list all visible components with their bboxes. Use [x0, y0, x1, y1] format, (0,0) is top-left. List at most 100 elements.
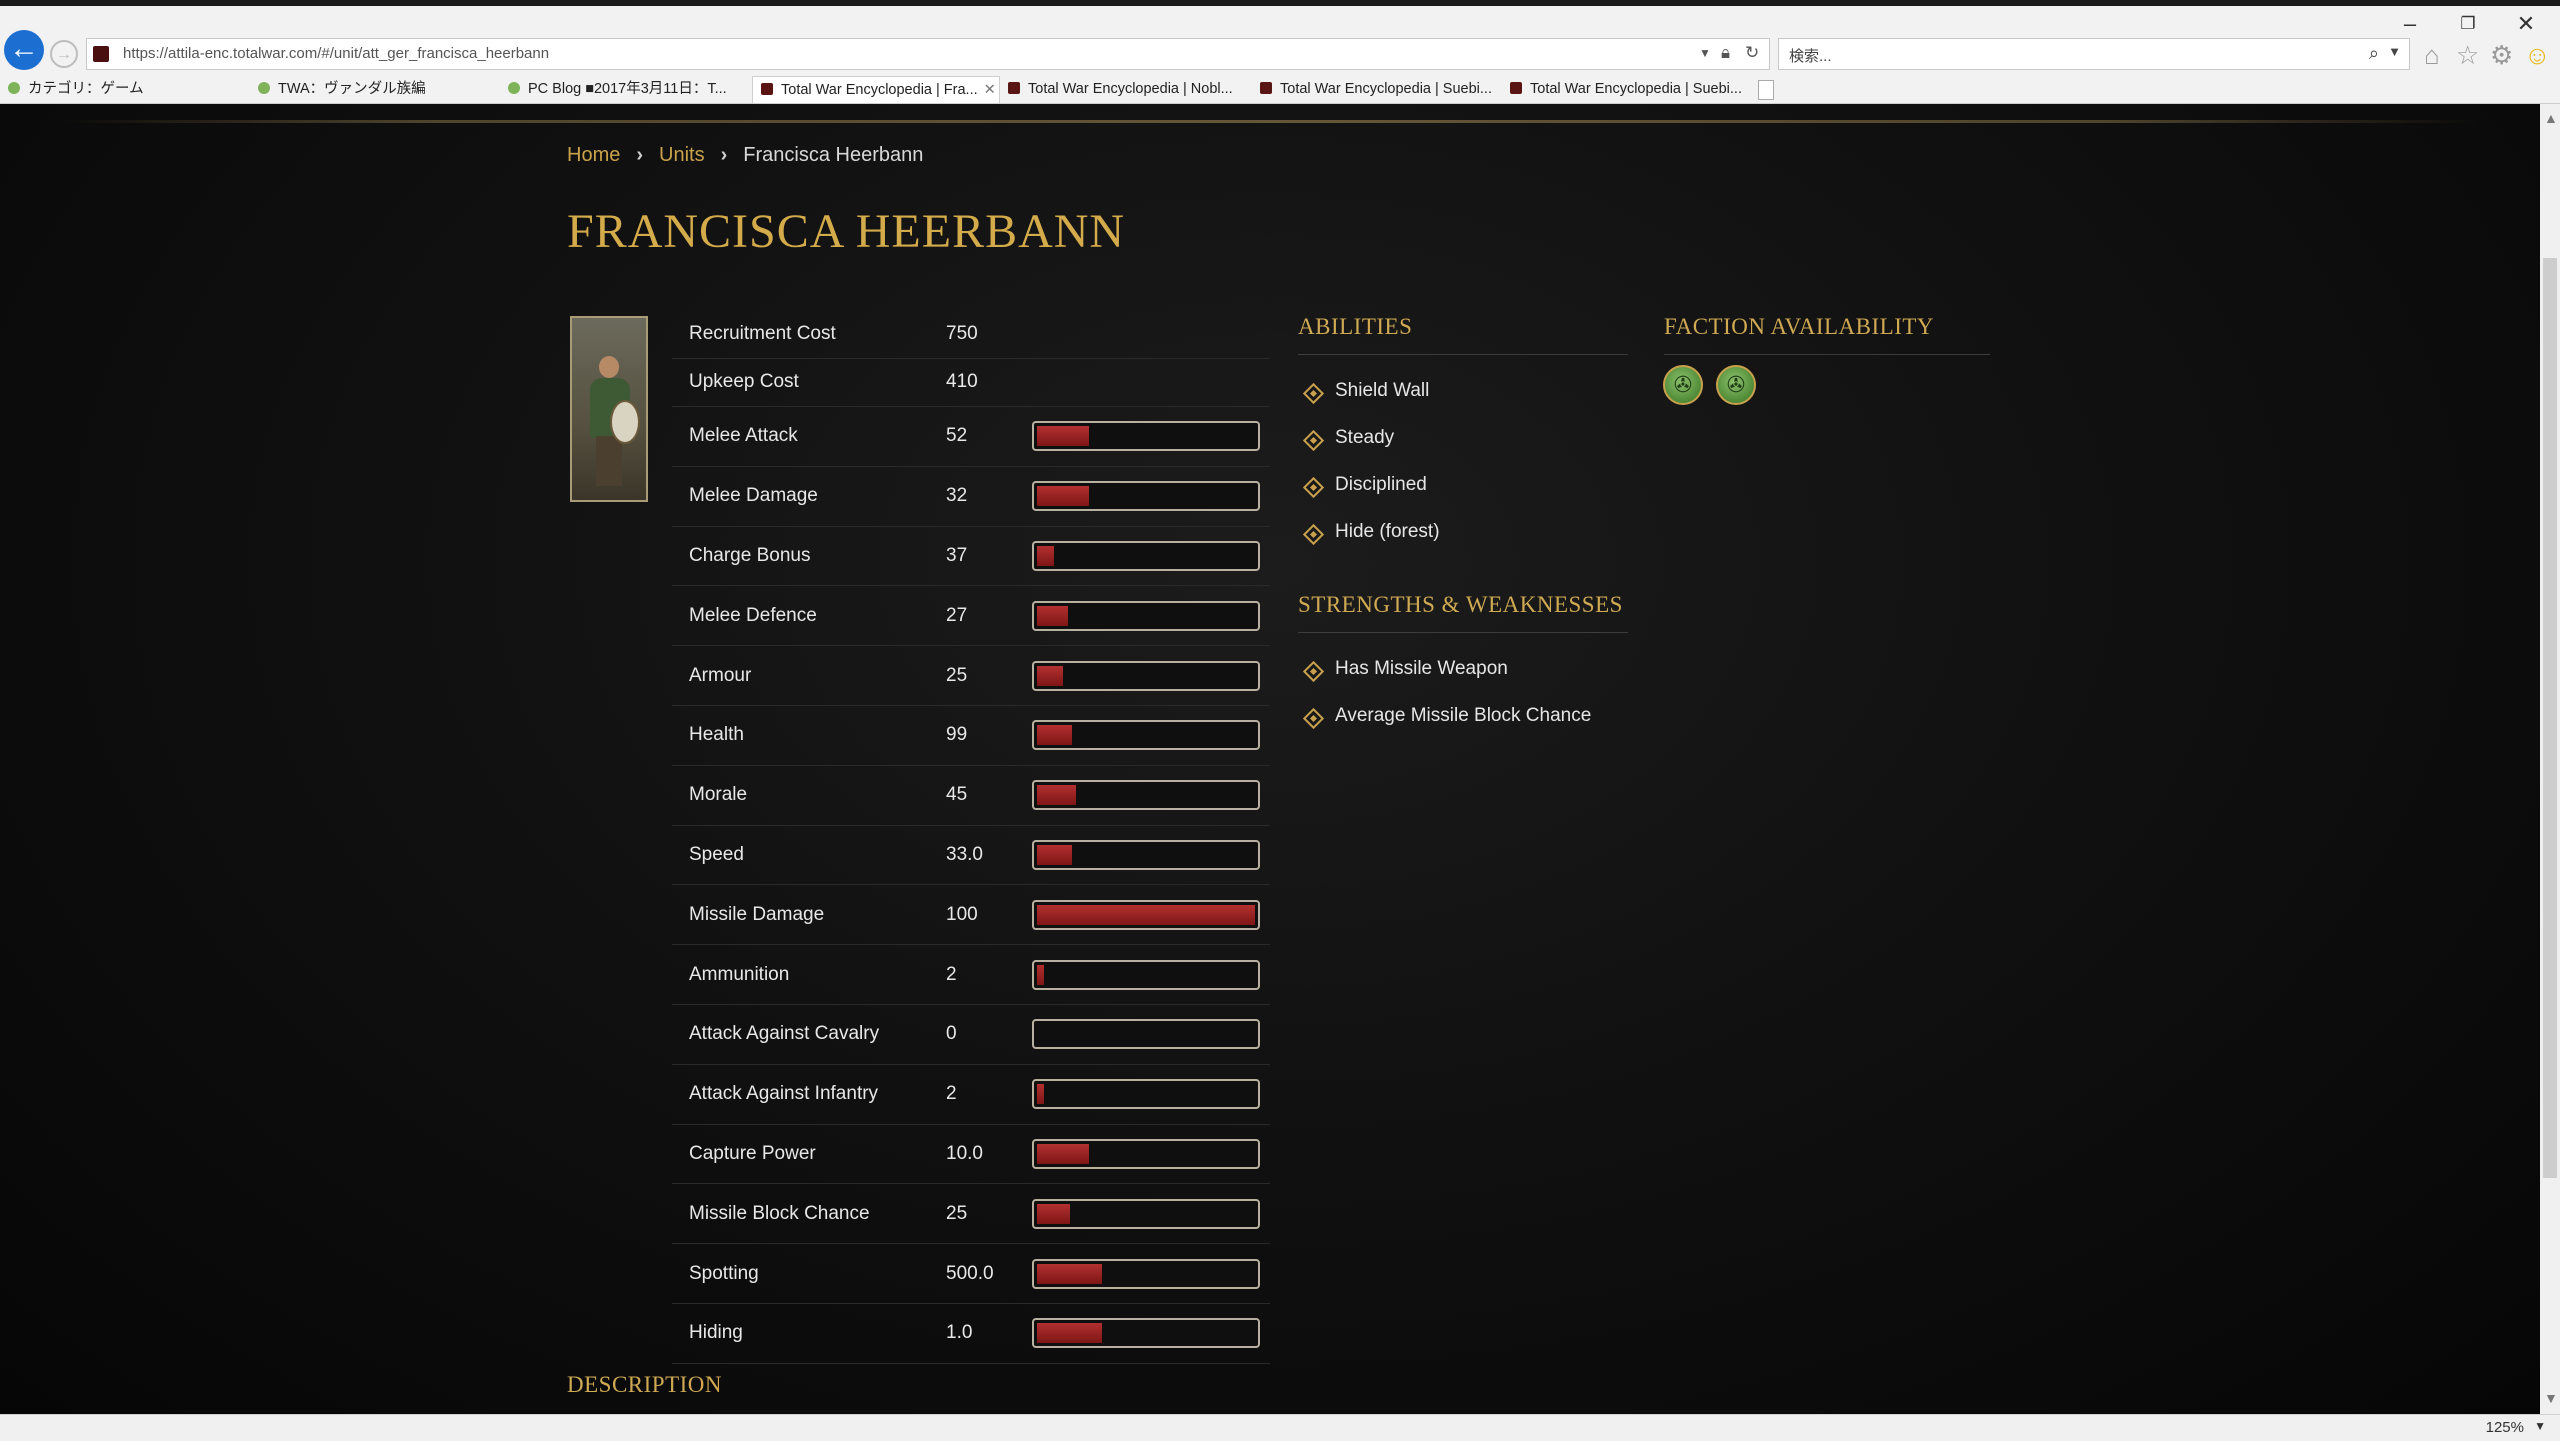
- chevron-right-icon: ›: [636, 144, 644, 166]
- address-dropdown-icon[interactable]: ▼: [1699, 46, 1711, 60]
- close-tab-icon[interactable]: ✕: [984, 82, 996, 98]
- abilities-divider: [1298, 354, 1628, 355]
- stat-label: Health: [689, 724, 744, 746]
- tab-encyclopedia-suebi-2[interactable]: Total War Encyclopedia | Suebi...: [1502, 76, 1752, 102]
- stat-bar: [1032, 1079, 1260, 1110]
- stat-row: Capture Power 10.0: [672, 1125, 1270, 1185]
- restore-icon[interactable]: ❐: [2448, 10, 2488, 38]
- diamond-bullet-icon: [1302, 707, 1325, 730]
- stat-value: 37: [946, 544, 968, 566]
- stat-bar-fill: [1037, 785, 1077, 806]
- tab-twa-vandal[interactable]: TWA：ヴァンダル族編: [250, 76, 500, 102]
- refresh-icon[interactable]: ↻: [1745, 43, 1759, 63]
- search-input[interactable]: 検索...: [1789, 45, 1832, 66]
- description-heading: DESCRIPTION: [567, 1372, 723, 1397]
- search-dropdown-icon[interactable]: ▼: [2388, 44, 2401, 59]
- triskele-faction-icon[interactable]: ✇: [1716, 365, 1756, 405]
- feedback-smiley-icon[interactable]: ☺: [2524, 40, 2551, 71]
- chevron-right-icon: ›: [720, 144, 728, 166]
- forward-button[interactable]: →: [50, 40, 78, 68]
- stat-bar: [1032, 720, 1260, 751]
- minimize-icon[interactable]: –: [2390, 10, 2430, 38]
- stat-bar-fill: [1037, 426, 1090, 447]
- tab-encyclopedia-francisca[interactable]: Total War Encyclopedia | Fra... ✕: [752, 76, 1000, 103]
- back-button[interactable]: ←: [4, 30, 44, 70]
- status-bar: 125% ▼: [0, 1414, 2560, 1441]
- breadcrumb-units-link[interactable]: Units: [659, 144, 705, 166]
- stat-bar: [1032, 481, 1260, 512]
- tab-encyclopedia-suebi-1[interactable]: Total War Encyclopedia | Suebi...: [1252, 76, 1502, 102]
- stat-value: 33.0: [946, 843, 983, 865]
- tab-label: Total War Encyclopedia | Suebi...: [1280, 81, 1492, 97]
- browser-chrome: – ❐ ✕ ← → https://attila-enc.totalwar.co…: [0, 0, 2560, 104]
- strength-item[interactable]: Average Missile Block Chance: [1335, 705, 1591, 727]
- page-content: Home › Units › Francisca Heerbann FRANCISCA …: [0, 104, 2540, 1414]
- stat-label: Morale: [689, 784, 748, 806]
- faction-heading: FACTION AVAILABILITY: [1664, 314, 1935, 339]
- unit-portrait: [570, 316, 648, 502]
- page-title: FRANCISCA HEERBANN: [567, 205, 1126, 258]
- tab-pc-blog[interactable]: PC Blog ■2017年3月11日：T...: [500, 76, 750, 102]
- strength-item[interactable]: Has Missile Weapon: [1335, 658, 1508, 680]
- stat-bar: [1032, 899, 1260, 930]
- stat-value: 410: [946, 371, 978, 393]
- diamond-bullet-icon: [1302, 382, 1325, 405]
- ability-item[interactable]: Disciplined: [1335, 474, 1427, 496]
- zoom-level[interactable]: 125%: [2486, 1419, 2524, 1436]
- triskele-faction-icon[interactable]: ✇: [1663, 365, 1703, 405]
- stat-value: 25: [946, 664, 968, 686]
- tab-label: PC Blog ■2017年3月11日：T...: [528, 81, 727, 97]
- url-text[interactable]: https://attila-enc.totalwar.com/#/unit/a…: [123, 45, 549, 62]
- stat-label: Armour: [689, 664, 752, 686]
- stat-bar-fill: [1037, 1263, 1103, 1284]
- tab-game-category[interactable]: カテゴリ：ゲーム: [0, 76, 250, 102]
- stat-row: Armour 25: [672, 646, 1270, 706]
- stat-row: Charge Bonus 37: [672, 527, 1270, 587]
- stat-row: Spotting 500.0: [672, 1244, 1270, 1304]
- stat-bar-fill: [1037, 1143, 1090, 1164]
- stat-label: Melee Defence: [689, 604, 817, 626]
- stat-label: Ammunition: [689, 963, 790, 985]
- stat-row: Morale 45: [672, 766, 1270, 826]
- close-window-icon[interactable]: ✕: [2506, 10, 2546, 38]
- tab-label: TWA：ヴァンダル族編: [278, 81, 426, 97]
- address-bar[interactable]: https://attila-enc.totalwar.com/#/unit/a…: [86, 38, 1770, 70]
- stat-bar: [1032, 959, 1260, 990]
- search-icon[interactable]: ⌕: [2369, 43, 2379, 64]
- stat-label: Attack Against Infantry: [689, 1083, 879, 1105]
- tab-encyclopedia-nobl[interactable]: Total War Encyclopedia | Nobl...: [1000, 76, 1252, 102]
- new-tab-icon[interactable]: [1758, 80, 1774, 100]
- scrollbar-thumb[interactable]: [2543, 258, 2557, 1178]
- stat-bar-fill: [1037, 1323, 1103, 1344]
- stat-bar-fill: [1037, 665, 1064, 686]
- ability-item[interactable]: Steady: [1335, 427, 1394, 449]
- ability-item[interactable]: Shield Wall: [1335, 380, 1429, 402]
- stat-bar: [1032, 1138, 1260, 1169]
- ability-item[interactable]: Hide (forest): [1335, 521, 1440, 543]
- stat-value: 52: [946, 425, 968, 447]
- stat-row: Melee Defence 27: [672, 586, 1270, 647]
- stat-bar: [1032, 839, 1260, 870]
- breadcrumb-home-link[interactable]: Home: [567, 144, 620, 166]
- scroll-up-icon[interactable]: ▲: [2544, 110, 2558, 126]
- tab-favicon-icon: [1260, 82, 1272, 94]
- tab-label: Total War Encyclopedia | Fra...: [781, 82, 978, 98]
- settings-gear-icon[interactable]: ⚙: [2490, 40, 2513, 71]
- stat-row: Melee Attack 52: [672, 407, 1270, 467]
- favorites-star-icon[interactable]: ☆: [2456, 40, 2479, 71]
- home-icon[interactable]: ⌂: [2424, 40, 2440, 71]
- scroll-down-icon[interactable]: ▼: [2544, 1390, 2558, 1406]
- stat-value: 10.0: [946, 1142, 983, 1164]
- lock-icon[interactable]: 🔒︎: [1721, 43, 1730, 63]
- vertical-scrollbar[interactable]: ▲ ▼: [2540, 104, 2560, 1414]
- stat-label: Recruitment Cost: [689, 322, 836, 344]
- portrait-head: [599, 356, 619, 378]
- zoom-dropdown-icon[interactable]: ▼: [2534, 1419, 2546, 1433]
- stat-label: Capture Power: [689, 1142, 816, 1164]
- search-bar[interactable]: 検索... ⌕ ▼: [1778, 38, 2410, 70]
- diamond-bullet-icon: [1302, 429, 1325, 452]
- tab-favicon-icon: [508, 82, 520, 94]
- stat-label: Missile Block Chance: [689, 1202, 870, 1224]
- stat-value: 2: [946, 1083, 957, 1105]
- portrait-shield: [610, 400, 640, 444]
